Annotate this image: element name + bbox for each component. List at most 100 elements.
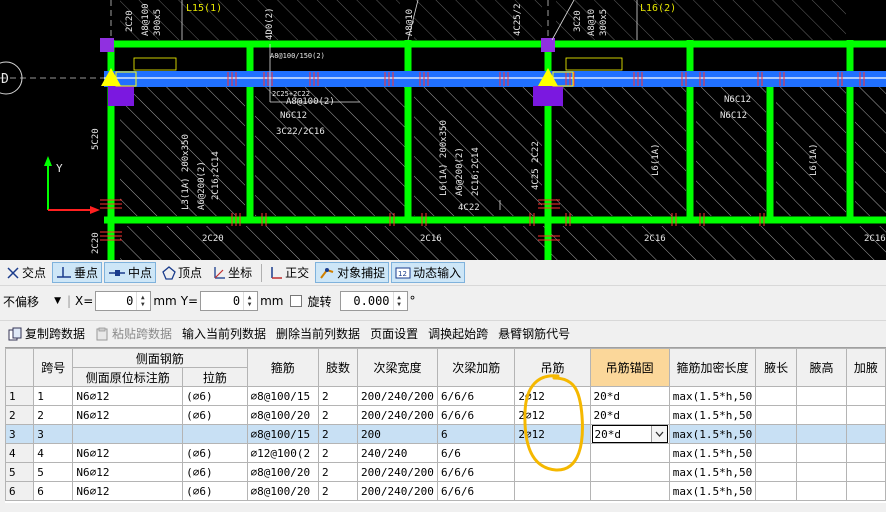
cell-secondary-beam-add[interactable]: 6/6/6 — [437, 386, 516, 406]
cell-legs[interactable]: 2 — [317, 462, 359, 482]
cell-haunch[interactable] — [845, 481, 886, 501]
table-row[interactable]: 1 1 N6⌀12 (⌀6) ⌀8@100/15 2 200/240/200 6/6/6 2⌀1… — [5, 386, 886, 406]
cell-stirrup[interactable]: ⌀12@100(2 — [246, 443, 319, 463]
cell-haunch-height[interactable] — [796, 462, 847, 482]
cell-side-inplace-rebar[interactable]: N6⌀12 — [72, 386, 184, 406]
cell-span-no[interactable]: 4 — [33, 443, 74, 463]
cell-haunch-height[interactable] — [796, 424, 847, 444]
cell-span-no[interactable]: 2 — [33, 405, 74, 425]
table-row[interactable]: 4 4 N6⌀12 (⌀6) ⌀12@100(2 2 240/240 6/6 max(1.5*h… — [5, 443, 886, 463]
cell-hanger-anchor[interactable]: 20*d — [589, 424, 670, 444]
cell-legs[interactable]: 2 — [317, 405, 359, 425]
cell-side-inplace-rebar[interactable]: N6⌀12 — [72, 481, 184, 501]
dynamic-input-button[interactable]: 12 动态输入 — [391, 262, 466, 283]
cell-hanger-bar[interactable]: 2⌀12 — [514, 405, 591, 425]
cell-stirrup[interactable]: ⌀8@100/15 — [246, 386, 319, 406]
header-secondary-beam-add[interactable]: 次梁加筋 — [437, 348, 516, 387]
cell-secondary-beam-add[interactable]: 6/6/6 — [437, 481, 516, 501]
table-row[interactable]: 3 3 ⌀8@100/15 2 200 6 2⌀12 20*d max(1.5*h,50 — [5, 424, 886, 444]
row-number-cell[interactable]: 3 — [5, 424, 35, 444]
row-number-cell[interactable]: 6 — [5, 481, 35, 501]
cell-haunch-height[interactable] — [796, 443, 847, 463]
cell-stirrup-dense-length[interactable]: max(1.5*h,50 — [668, 462, 757, 482]
cell-hanger-anchor[interactable] — [589, 462, 670, 482]
cell-tie-bar[interactable] — [182, 424, 248, 444]
paste-span-data-button[interactable]: 粘贴跨数据 — [95, 325, 172, 342]
cell-secondary-beam-width[interactable]: 200/240/200 — [357, 405, 439, 425]
cell-haunch-height[interactable] — [796, 405, 847, 425]
header-tie-bar[interactable]: 拉筋 — [182, 367, 248, 387]
cell-haunch-length[interactable] — [755, 386, 798, 406]
row-number-cell[interactable]: 5 — [5, 462, 35, 482]
cell-haunch-height[interactable] — [796, 481, 847, 501]
cell-haunch-length[interactable] — [755, 462, 798, 482]
cell-secondary-beam-add[interactable]: 6/6/6 — [437, 462, 516, 482]
cell-side-inplace-rebar[interactable]: N6⌀12 — [72, 443, 184, 463]
horizontal-scrollbar[interactable] — [0, 503, 886, 512]
cell-stirrup-dense-length[interactable]: max(1.5*h,50 — [668, 443, 757, 463]
cell-legs[interactable]: 2 — [317, 386, 359, 406]
cell-hanger-bar[interactable] — [514, 443, 591, 463]
cell-span-no[interactable]: 5 — [33, 462, 74, 482]
cell-legs[interactable]: 2 — [317, 424, 359, 444]
cell-secondary-beam-add[interactable]: 6 — [437, 424, 516, 444]
ortho-button[interactable]: 正交 — [265, 262, 313, 283]
row-number-cell[interactable]: 4 — [5, 443, 35, 463]
header-hanger-anchor[interactable]: 吊筋锚固 — [589, 348, 670, 387]
rotate-checkbox[interactable] — [289, 295, 302, 307]
snap-perpendicular-button[interactable]: 垂点 — [52, 262, 103, 283]
cell-stirrup-dense-length[interactable]: max(1.5*h,50 — [668, 481, 757, 501]
hanger-anchor-dropdown[interactable]: 20*d — [591, 425, 668, 443]
cell-span-no[interactable]: 3 — [33, 424, 74, 444]
row-number-cell[interactable]: 1 — [5, 386, 35, 406]
cell-haunch-length[interactable] — [755, 424, 798, 444]
snap-intersection-button[interactable]: 交点 — [2, 262, 50, 283]
cell-tie-bar[interactable]: (⌀6) — [182, 405, 248, 425]
header-haunch-height[interactable]: 腋高 — [796, 348, 847, 387]
offset-mode-dropdown[interactable]: 不偏移 ▼ — [3, 291, 61, 311]
cell-tie-bar[interactable]: (⌀6) — [182, 462, 248, 482]
header-haunch[interactable]: 加腋 — [845, 348, 886, 387]
cell-secondary-beam-add[interactable]: 6/6 — [437, 443, 516, 463]
row-number-cell[interactable]: 2 — [5, 405, 35, 425]
cell-span-no[interactable]: 6 — [33, 481, 74, 501]
table-row[interactable]: 2 2 N6⌀12 (⌀6) ⌀8@100/20 2 200/240/200 6/6/6 2⌀1… — [5, 405, 886, 425]
cell-side-inplace-rebar[interactable]: N6⌀12 — [72, 462, 184, 482]
cell-hanger-anchor[interactable]: 20*d — [589, 405, 670, 425]
cell-haunch-length[interactable] — [755, 481, 798, 501]
cell-span-no[interactable]: 1 — [33, 386, 74, 406]
spin-arrows-icon[interactable]: ▲ ▼ — [243, 292, 255, 310]
object-snap-button[interactable]: 对象捕捉 — [315, 262, 390, 283]
cell-haunch[interactable] — [845, 462, 886, 482]
cell-secondary-beam-add[interactable]: 6/6/6 — [437, 405, 516, 425]
cell-hanger-bar[interactable] — [514, 462, 591, 482]
cell-haunch[interactable] — [845, 424, 886, 444]
cell-hanger-bar[interactable]: 2⌀12 — [514, 386, 591, 406]
cell-haunch[interactable] — [845, 443, 886, 463]
cell-tie-bar[interactable]: (⌀6) — [182, 443, 248, 463]
cad-canvas[interactable]: D L15(1) L16(2) 2C20 A8@100 300x5 A8@10 … — [0, 0, 886, 260]
cell-haunch-length[interactable] — [755, 443, 798, 463]
cell-stirrup[interactable]: ⌀8@100/20 — [246, 462, 319, 482]
header-legs[interactable]: 肢数 — [317, 348, 359, 387]
delete-current-column-button[interactable]: 删除当前列数据 — [276, 325, 360, 342]
spin-arrows-icon[interactable]: ▲ ▼ — [392, 292, 405, 310]
cell-hanger-anchor[interactable] — [589, 481, 670, 501]
cell-stirrup[interactable]: ⌀8@100/20 — [246, 481, 319, 501]
cell-stirrup-dense-length[interactable]: max(1.5*h,50 — [668, 386, 757, 406]
cell-stirrup[interactable]: ⌀8@100/20 — [246, 405, 319, 425]
cell-side-inplace-rebar[interactable] — [72, 424, 184, 444]
header-secondary-beam-width[interactable]: 次梁宽度 — [357, 348, 439, 387]
cell-legs[interactable]: 2 — [317, 481, 359, 501]
y-offset-input[interactable]: 0 ▲ ▼ — [200, 291, 259, 311]
header-haunch-length[interactable]: 腋长 — [755, 348, 798, 387]
cantilever-rebar-code-button[interactable]: 悬臂钢筋代号 — [498, 325, 570, 342]
cell-hanger-anchor[interactable]: 20*d — [589, 386, 670, 406]
header-stirrup-dense-length[interactable]: 箍筋加密长度 — [668, 348, 757, 387]
cell-haunch[interactable] — [845, 405, 886, 425]
chevron-down-icon[interactable] — [650, 426, 667, 442]
cell-haunch-length[interactable] — [755, 405, 798, 425]
table-row[interactable]: 6 6 N6⌀12 (⌀6) ⌀8@100/20 2 200/240/200 6/6/6 max… — [5, 481, 886, 501]
cell-secondary-beam-width[interactable]: 200/240/200 — [357, 481, 439, 501]
header-side-inplace-rebar[interactable]: 侧面原位标注筋 — [72, 367, 184, 387]
